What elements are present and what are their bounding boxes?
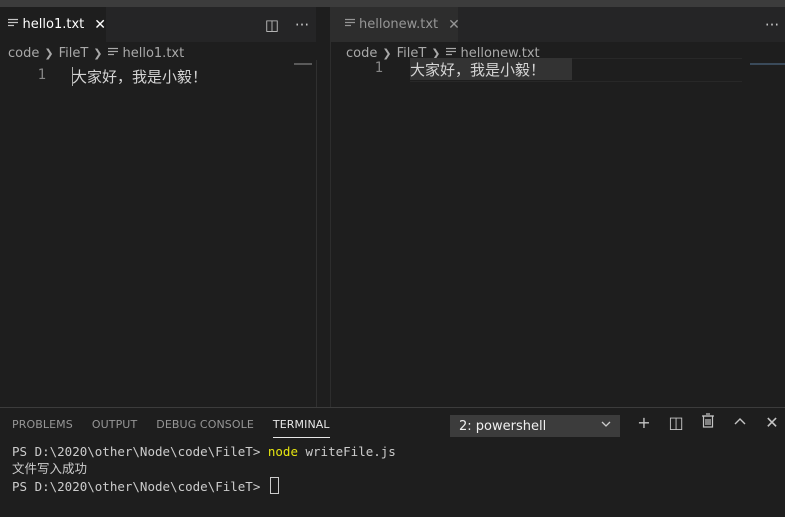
terminal-cursor bbox=[269, 477, 279, 494]
command: node bbox=[267, 444, 298, 459]
breadcrumb-item[interactable]: FileT bbox=[59, 46, 89, 61]
text-cursor bbox=[72, 67, 73, 86]
breadcrumb-item[interactable]: code bbox=[8, 46, 39, 61]
panel-actions: + ◫ ✕ bbox=[628, 413, 785, 432]
terminal-select-value: 2: powershell bbox=[459, 418, 547, 434]
line-text: 大家好，我是小毅！ bbox=[72, 68, 208, 86]
panel-tabs: PROBLEMS OUTPUT DEBUG CONSOLE TERMINAL bbox=[12, 418, 349, 438]
tab-hello1[interactable]: hello1.txt ✕ bbox=[0, 7, 106, 42]
title-strip bbox=[0, 0, 785, 7]
tab-bar: hellonew.txt ✕ ··· bbox=[331, 7, 785, 42]
more-actions-icon[interactable]: ··· bbox=[287, 16, 316, 34]
editor-group-left: hello1.txt ✕ ◫ ··· code ❯ FileT ❯ hello1… bbox=[0, 7, 316, 407]
tab-terminal[interactable]: TERMINAL bbox=[272, 418, 330, 438]
prompt: PS D:\2020\other\Node\code\FileT> bbox=[12, 444, 268, 459]
tab-debug-console[interactable]: DEBUG CONSOLE bbox=[156, 418, 254, 438]
terminal-line: PS D:\2020\other\Node\code\FileT> node w… bbox=[12, 443, 396, 460]
more-actions-icon[interactable]: ··· bbox=[757, 16, 785, 34]
editor-line[interactable]: 1 大家好，我是小毅！ bbox=[0, 65, 316, 87]
editor-line[interactable]: 1 大家好，我是小毅！ bbox=[331, 58, 785, 80]
chevron-right-icon: ❯ bbox=[93, 46, 103, 60]
tab-problems[interactable]: PROBLEMS bbox=[12, 418, 73, 438]
line-number: 1 bbox=[37, 67, 46, 83]
text-file-icon bbox=[107, 46, 119, 61]
terminal-output[interactable]: PS D:\2020\other\Node\code\FileT> node w… bbox=[12, 443, 396, 495]
command-args: writeFile.js bbox=[297, 444, 396, 459]
chevron-down-icon bbox=[600, 418, 612, 433]
terminal-panel: PROBLEMS OUTPUT DEBUG CONSOLE TERMINAL 2… bbox=[0, 408, 785, 517]
tab-bar: hello1.txt ✕ ◫ ··· bbox=[0, 7, 316, 42]
line-text: 大家好，我是小毅！ bbox=[410, 61, 546, 79]
prompt: PS D:\2020\other\Node\code\FileT> bbox=[12, 479, 268, 494]
split-editor-icon[interactable]: ◫ bbox=[257, 16, 287, 34]
tab-label: hellonew.txt bbox=[359, 17, 439, 32]
editor-actions: ◫ ··· bbox=[257, 7, 316, 42]
close-icon[interactable]: ✕ bbox=[756, 413, 785, 432]
tab-hellonew[interactable]: hellonew.txt ✕ bbox=[331, 7, 460, 42]
breadcrumb: code ❯ FileT ❯ hello1.txt bbox=[0, 42, 316, 64]
breadcrumb-item[interactable]: hello1.txt bbox=[123, 46, 185, 61]
trash-icon[interactable] bbox=[692, 413, 724, 432]
text-file-icon bbox=[8, 17, 19, 32]
add-terminal-icon[interactable]: + bbox=[628, 413, 660, 432]
close-icon[interactable]: ✕ bbox=[94, 17, 106, 33]
chevron-right-icon: ❯ bbox=[44, 46, 54, 60]
tab-label: hello1.txt bbox=[22, 17, 85, 32]
editor-actions: ··· bbox=[757, 7, 785, 42]
terminal-line: PS D:\2020\other\Node\code\FileT> bbox=[12, 477, 396, 495]
vertical-scrollbar[interactable] bbox=[316, 60, 331, 407]
terminal-select[interactable]: 2: powershell bbox=[450, 415, 620, 437]
line-number: 1 bbox=[374, 60, 383, 76]
tab-output[interactable]: OUTPUT bbox=[92, 418, 137, 438]
chevron-up-icon[interactable] bbox=[724, 413, 756, 432]
text-file-icon bbox=[345, 17, 355, 32]
split-terminal-icon[interactable]: ◫ bbox=[660, 413, 692, 432]
close-icon[interactable]: ✕ bbox=[448, 17, 460, 33]
terminal-line: 文件写入成功 bbox=[12, 461, 88, 476]
